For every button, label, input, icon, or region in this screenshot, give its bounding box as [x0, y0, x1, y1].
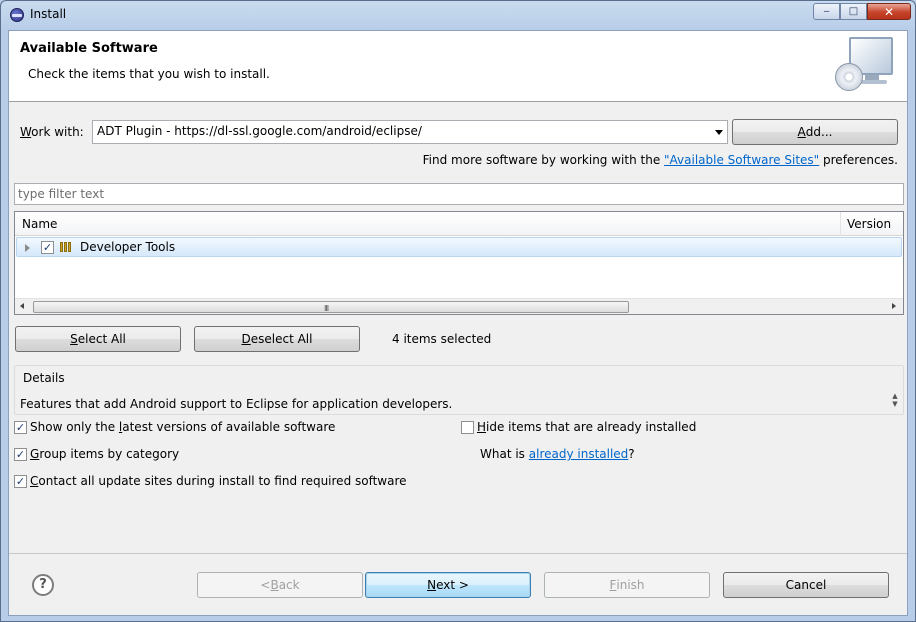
- next-button[interactable]: Next >: [365, 572, 531, 598]
- details-scroll-icon[interactable]: ▲ ▼: [889, 392, 901, 412]
- add-site-button[interactable]: Add...: [732, 119, 898, 145]
- category-icon: [60, 242, 74, 252]
- details-title: Details: [23, 371, 65, 385]
- back-button[interactable]: < Back: [197, 572, 363, 598]
- work-with-value: ADT Plugin - https://dl-ssl.google.com/a…: [97, 124, 422, 138]
- maximize-button[interactable]: □: [840, 3, 867, 20]
- details-group: Details Features that add Android suppor…: [14, 365, 904, 415]
- eclipse-icon: [10, 8, 24, 22]
- work-with-combo[interactable]: ADT Plugin - https://dl-ssl.google.com/a…: [92, 120, 728, 144]
- help-icon[interactable]: ?: [32, 574, 54, 596]
- deselect-all-button[interactable]: Deselect All: [194, 326, 360, 352]
- select-all-button[interactable]: Select All: [15, 326, 181, 352]
- what-is-installed-text: What is already installed?: [480, 447, 635, 461]
- wizard-header: Available Software Check the items that …: [9, 31, 907, 102]
- chevron-down-icon[interactable]: [715, 130, 723, 135]
- contact-sites-checkbox[interactable]: ✓: [14, 475, 27, 488]
- title-bar[interactable]: Install ‒ □ ✕: [1, 1, 915, 29]
- install-window: Install ‒ □ ✕ Available Software Check t…: [0, 0, 916, 622]
- tree-row[interactable]: ✓ Developer Tools: [16, 237, 902, 257]
- already-installed-link[interactable]: already installed: [529, 447, 629, 461]
- software-tree[interactable]: Name Version ✓ Developer Tools III: [14, 211, 904, 315]
- tree-row-checkbox[interactable]: ✓: [41, 241, 54, 254]
- dialog-content: Available Software Check the items that …: [8, 30, 908, 616]
- monitor-cd-icon: [835, 37, 895, 93]
- show-latest-checkbox[interactable]: ✓: [14, 421, 27, 434]
- scroll-thumb[interactable]: III: [33, 301, 629, 313]
- horizontal-scrollbar[interactable]: III: [15, 298, 903, 314]
- column-header-version[interactable]: Version: [847, 217, 891, 231]
- tree-row-label: Developer Tools: [80, 240, 176, 254]
- cancel-button[interactable]: Cancel: [723, 572, 889, 598]
- footer-separator: [9, 553, 907, 554]
- more-software-text: Find more software by working with the "…: [422, 153, 898, 167]
- minimize-button[interactable]: ‒: [813, 3, 840, 20]
- scroll-right-icon[interactable]: [892, 303, 896, 309]
- work-with-label: Work with:: [20, 125, 84, 139]
- filter-input[interactable]: type filter text: [14, 183, 904, 205]
- hide-installed-checkbox[interactable]: [461, 421, 474, 434]
- window-controls: ‒ □ ✕: [813, 3, 911, 20]
- details-text: Features that add Android support to Ecl…: [20, 397, 453, 411]
- expand-arrow-icon[interactable]: [25, 244, 30, 252]
- close-button[interactable]: ✕: [867, 3, 911, 20]
- window-title: Install: [30, 7, 67, 21]
- scroll-left-icon[interactable]: [20, 303, 24, 309]
- tree-header: Name Version: [15, 212, 903, 236]
- column-header-name[interactable]: Name: [22, 217, 57, 231]
- selection-count: 4 items selected: [392, 332, 492, 346]
- page-subtitle: Check the items that you wish to install…: [28, 67, 270, 81]
- group-by-category-checkbox[interactable]: ✓: [14, 448, 27, 461]
- finish-button[interactable]: Finish: [544, 572, 710, 598]
- page-title: Available Software: [20, 41, 158, 56]
- available-software-sites-link[interactable]: "Available Software Sites": [664, 153, 819, 167]
